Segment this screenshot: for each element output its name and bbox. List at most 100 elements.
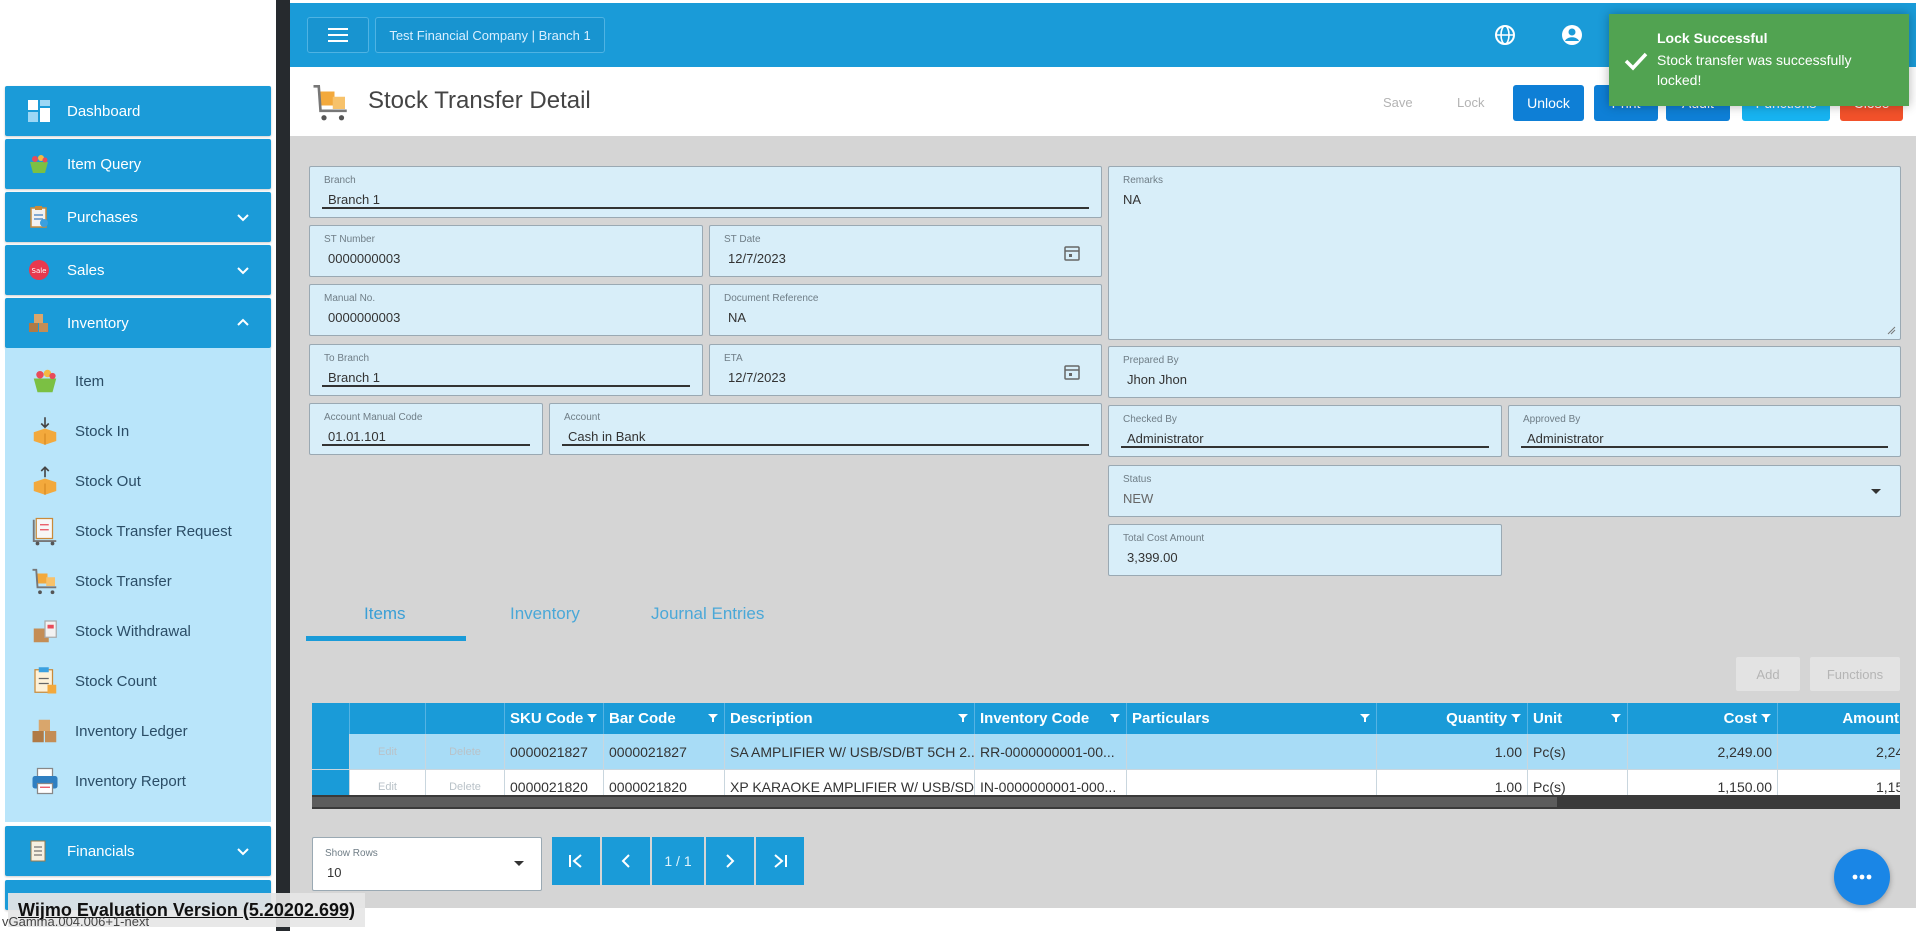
account-manual-code-field[interactable]: Account Manual Code 01.01.101 — [309, 403, 543, 455]
to-branch-field[interactable]: To Branch Branch 1 — [309, 344, 703, 396]
first-page-button[interactable] — [552, 837, 600, 885]
cell-cost[interactable]: 2,249.00 — [1628, 734, 1778, 769]
scrollbar-thumb[interactable] — [312, 797, 1557, 807]
tab-journal-entries[interactable]: Journal Entries — [651, 604, 764, 624]
cell-sku-code[interactable]: 0000021827 — [505, 734, 604, 769]
col-unit[interactable]: Unit — [1528, 703, 1628, 734]
sidebar-item-item[interactable]: Item — [5, 356, 271, 406]
cell-amount[interactable]: 1,150 — [1778, 770, 1900, 795]
prepared-by-field[interactable]: Prepared By Jhon Jhon — [1108, 346, 1901, 398]
table-row[interactable]: Edit Delete 0000021827 0000021827 SA AMP… — [312, 734, 1900, 769]
grid-horizontal-scrollbar[interactable] — [312, 795, 1900, 809]
filter-icon[interactable] — [1611, 713, 1621, 723]
unlock-button[interactable]: Unlock — [1513, 85, 1584, 121]
branch-field[interactable]: Branch Branch 1 — [309, 166, 1102, 218]
filter-icon[interactable] — [587, 713, 597, 723]
field-label: Approved By — [1523, 414, 1581, 425]
edit-row-button[interactable]: Edit — [350, 734, 426, 769]
cell-unit[interactable]: Pc(s) — [1528, 770, 1628, 795]
resize-handle-icon[interactable] — [1886, 325, 1896, 335]
cell-quantity[interactable]: 1.00 — [1377, 770, 1528, 795]
account-field[interactable]: Account Cash in Bank — [549, 403, 1102, 455]
sidebar-item-stock-in[interactable]: Stock In — [5, 406, 271, 456]
manual-no-field[interactable]: Manual No. 0000000003 — [309, 284, 703, 336]
cell-inventory-code[interactable]: RR-0000000001-00... — [975, 734, 1127, 769]
last-page-button[interactable] — [756, 837, 804, 885]
document-reference-field[interactable]: Document Reference NA — [709, 284, 1102, 336]
col-inventory-code[interactable]: Inventory Code — [975, 703, 1127, 734]
globe-icon[interactable] — [1493, 23, 1517, 47]
filter-icon[interactable] — [1360, 713, 1370, 723]
previous-page-button[interactable] — [602, 837, 650, 885]
filter-icon[interactable] — [958, 713, 968, 723]
cell-unit[interactable]: Pc(s) — [1528, 734, 1628, 769]
user-account-icon[interactable] — [1560, 23, 1584, 47]
col-particulars[interactable]: Particulars — [1127, 703, 1377, 734]
nav-item-query[interactable]: Item Query — [5, 139, 271, 189]
calendar-icon[interactable] — [1063, 363, 1081, 381]
cell-inventory-code[interactable]: IN-0000000001-000... — [975, 770, 1127, 795]
page-indicator: 1 / 1 — [652, 837, 704, 885]
sidebar-item-stock-transfer-request[interactable]: Stock Transfer Request — [5, 506, 271, 556]
sidebar-item-stock-count[interactable]: Stock Count — [5, 656, 271, 706]
tab-inventory[interactable]: Inventory — [510, 604, 580, 624]
col-amount[interactable]: Amount — [1778, 703, 1900, 734]
nav-financials[interactable]: Financials — [5, 826, 271, 876]
cell-cost[interactable]: 1,150.00 — [1628, 770, 1778, 795]
cell-description[interactable]: SA AMPLIFIER W/ USB/SD/BT 5CH 2... — [725, 734, 975, 769]
col-bar-code[interactable]: Bar Code — [604, 703, 725, 734]
tab-items[interactable]: Items — [364, 604, 406, 624]
nav-purchases[interactable]: Purchases — [5, 192, 271, 242]
nav-inventory[interactable]: Inventory — [5, 298, 271, 348]
sidebar-item-stock-out[interactable]: Stock Out — [5, 456, 271, 506]
delete-row-button[interactable]: Delete — [426, 770, 505, 795]
show-rows-select[interactable]: Show Rows 10 — [312, 837, 542, 891]
col-description[interactable]: Description — [725, 703, 975, 734]
cell-description[interactable]: XP KARAOKE AMPLIFIER W/ USB/SD... — [725, 770, 975, 795]
items-functions-button[interactable]: Functions — [1810, 657, 1900, 691]
table-row[interactable]: Edit Delete 0000021820 0000021820 XP KAR… — [312, 769, 1900, 795]
save-button[interactable]: Save — [1383, 95, 1413, 110]
delete-row-button[interactable]: Delete — [426, 734, 505, 769]
checked-by-field[interactable]: Checked By Administrator — [1108, 405, 1502, 457]
remarks-field[interactable]: Remarks NA — [1108, 166, 1901, 340]
col-quantity[interactable]: Quantity — [1377, 703, 1528, 734]
st-number-field[interactable]: ST Number 0000000003 — [309, 225, 703, 277]
filter-icon[interactable] — [708, 713, 718, 723]
filter-icon[interactable] — [1110, 713, 1120, 723]
menu-toggle-button[interactable] — [307, 17, 369, 53]
cell-amount[interactable]: 2,249 — [1778, 734, 1900, 769]
cell-bar-code[interactable]: 0000021827 — [604, 734, 725, 769]
approved-by-field[interactable]: Approved By Administrator — [1508, 405, 1901, 457]
cell-particulars[interactable] — [1127, 770, 1377, 795]
eta-field[interactable]: ETA 12/7/2023 — [709, 344, 1102, 396]
cell-bar-code[interactable]: 0000021820 — [604, 770, 725, 795]
nav-dashboard[interactable]: Dashboard — [5, 86, 271, 136]
col-sku-code[interactable]: SKU Code — [505, 703, 604, 734]
cell-sku-code[interactable]: 0000021820 — [505, 770, 604, 795]
row-selector[interactable] — [312, 770, 350, 795]
total-cost-amount-field[interactable]: Total Cost Amount 3,399.00 — [1108, 524, 1502, 576]
sidebar-item-inventory-report[interactable]: Inventory Report — [5, 756, 271, 806]
next-page-button[interactable] — [706, 837, 754, 885]
cell-quantity[interactable]: 1.00 — [1377, 734, 1528, 769]
sidebar-item-inventory-ledger[interactable]: Inventory Ledger — [5, 706, 271, 756]
edit-row-button[interactable]: Edit — [350, 770, 426, 795]
col-cost[interactable]: Cost — [1628, 703, 1778, 734]
sidebar-item-stock-transfer[interactable]: Stock Transfer — [5, 556, 271, 606]
status-select[interactable]: Status NEW — [1108, 465, 1901, 517]
success-toast[interactable]: Lock Successful Stock transfer was succe… — [1609, 14, 1909, 106]
st-date-field[interactable]: ST Date 12/7/2023 — [709, 225, 1102, 277]
company-branch-button[interactable]: Test Financial Company | Branch 1 — [375, 17, 605, 53]
filter-icon[interactable] — [1511, 713, 1521, 723]
field-underline — [1521, 446, 1888, 448]
nav-sales[interactable]: Sale Sales — [5, 245, 271, 295]
sidebar-item-stock-withdrawal[interactable]: Stock Withdrawal — [5, 606, 271, 656]
calendar-icon[interactable] — [1063, 244, 1081, 262]
lock-button[interactable]: Lock — [1457, 95, 1484, 110]
add-item-button[interactable]: Add — [1736, 657, 1800, 691]
row-selector[interactable] — [312, 734, 350, 769]
more-actions-fab[interactable] — [1834, 849, 1890, 905]
cell-particulars[interactable] — [1127, 734, 1377, 769]
filter-icon[interactable] — [1761, 713, 1771, 723]
